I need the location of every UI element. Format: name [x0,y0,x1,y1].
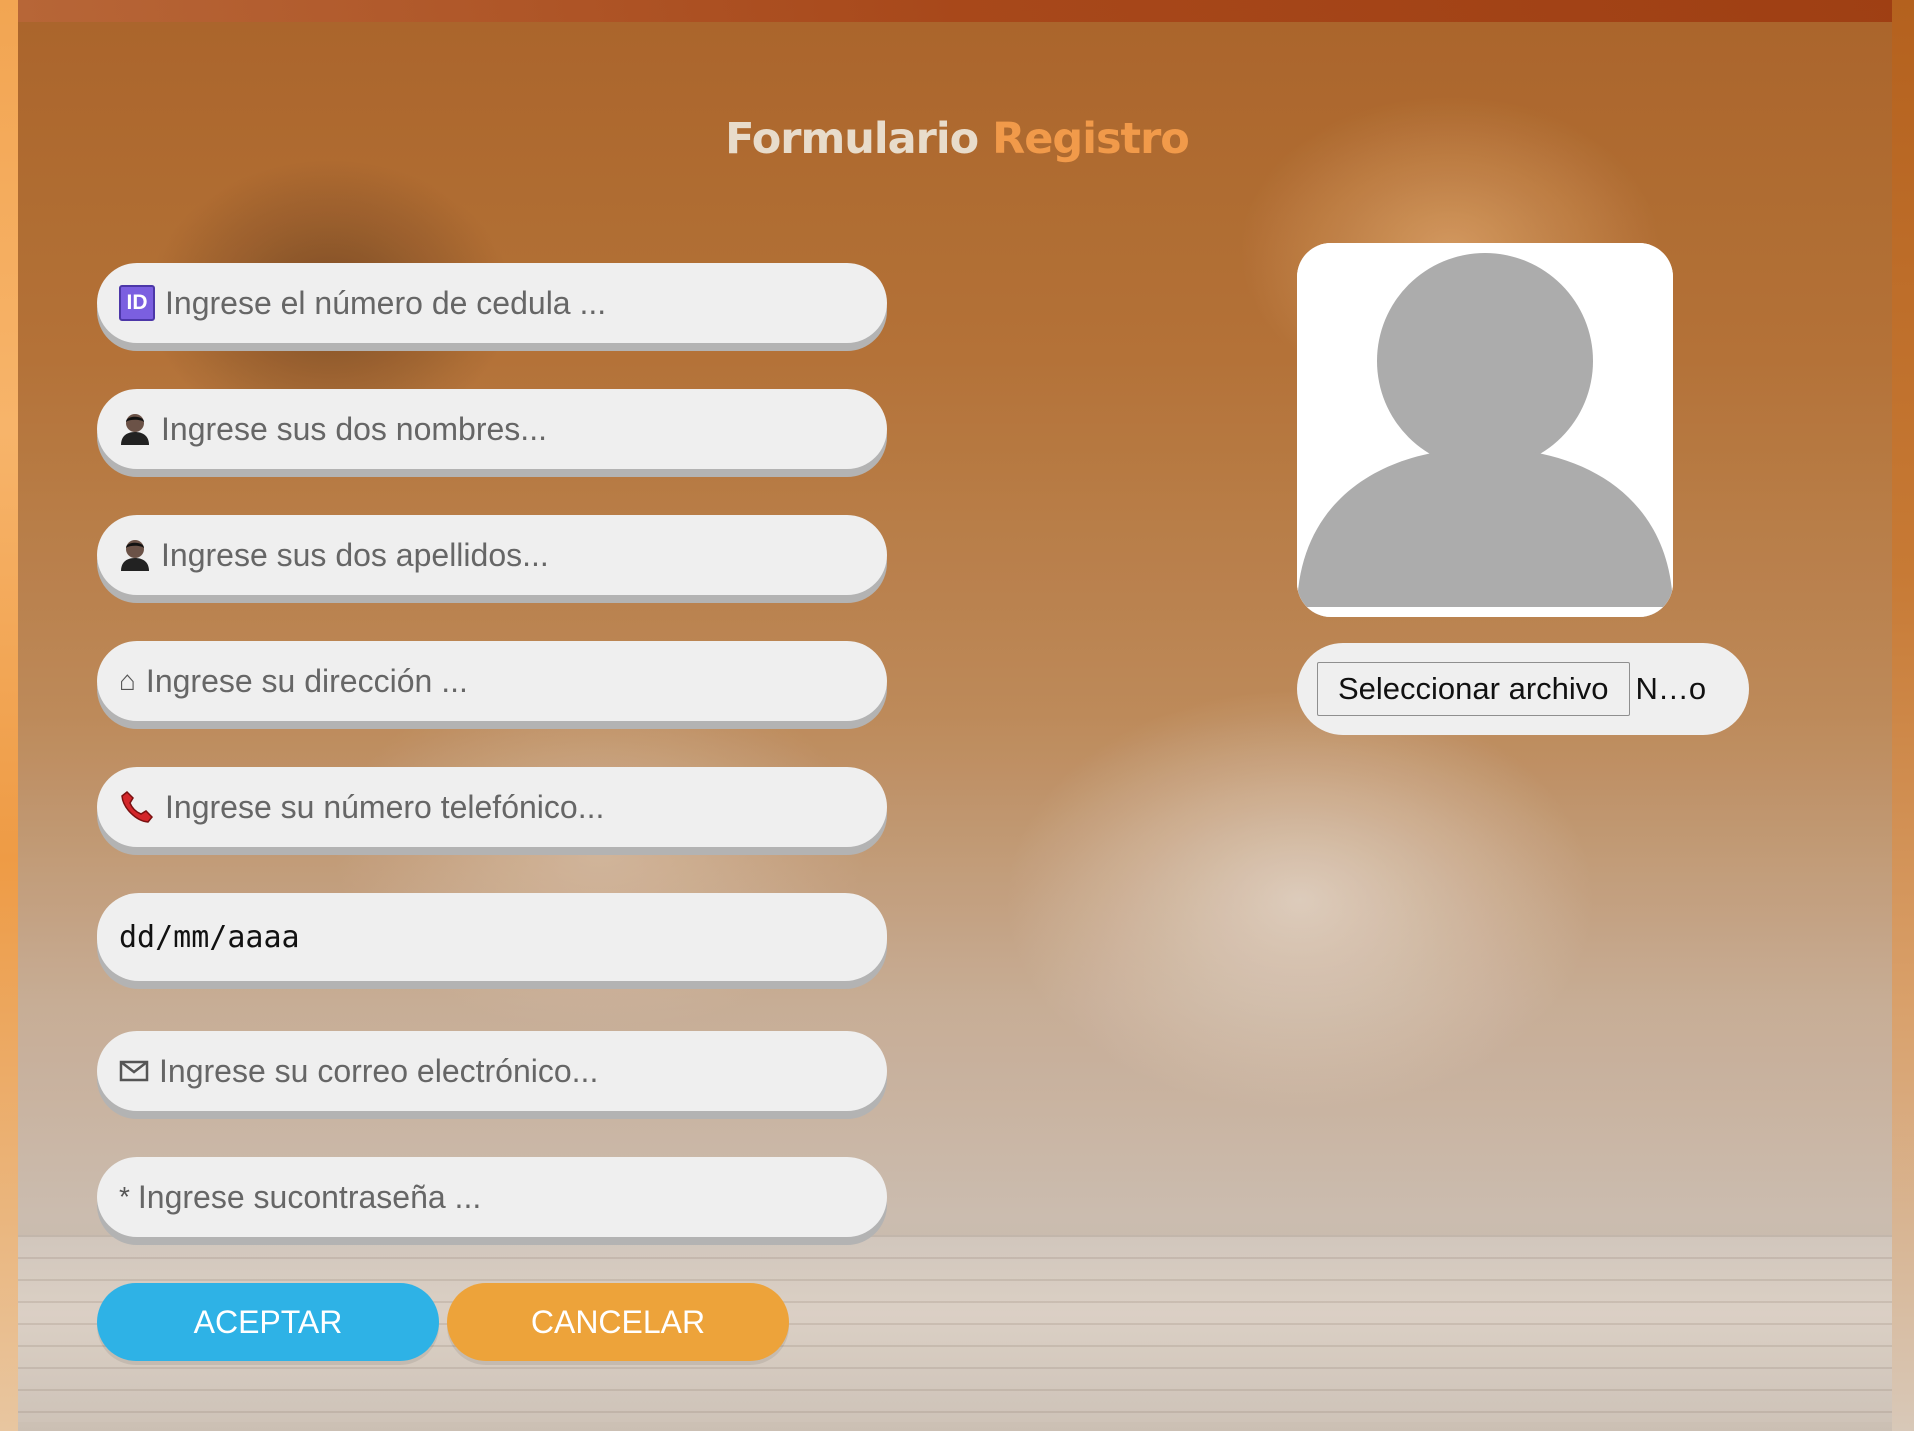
correo-input[interactable]: Ingrese su correo electrónico... [97,1031,887,1111]
file-status-text: N…o [1635,671,1707,706]
right-background-edge [1892,0,1914,1431]
cedula-input[interactable]: ID Ingrese el número de cedula ... [97,263,887,343]
title-part-formulario: Formulario [725,114,979,164]
cancelar-button[interactable]: CANCELAR [447,1283,789,1361]
nombres-placeholder: Ingrese sus dos nombres... [161,410,547,447]
avatar-silhouette-icon [1297,243,1673,617]
correo-placeholder: Ingrese su correo electrónico... [159,1052,599,1089]
password-placeholder: Ingrese sucontraseña ... [137,1178,482,1215]
top-bar [18,0,1892,22]
avatar-placeholder [1297,243,1673,617]
envelope-icon [119,1059,149,1083]
direccion-placeholder: Ingrese su dirección ... [145,662,468,699]
direccion-input[interactable]: ⌂ Ingrese su dirección ... [97,641,887,721]
person-icon [119,538,151,572]
cedula-placeholder: Ingrese el número de cedula ... [165,284,607,321]
apellidos-placeholder: Ingrese sus dos apellidos... [161,536,549,573]
home-icon: ⌂ [119,665,136,696]
password-input[interactable]: * Ingrese sucontraseña ... [97,1157,887,1237]
nombres-input[interactable]: Ingrese sus dos nombres... [97,389,887,469]
left-background-edge [0,0,18,1431]
id-icon: ID [119,285,155,321]
telefono-placeholder: Ingrese su número telefónico... [165,788,605,825]
fecha-nacimiento-input[interactable]: dd/mm/aaaa [97,893,887,981]
aceptar-button[interactable]: ACEPTAR [97,1283,439,1361]
file-input[interactable]: Seleccionar archivo N…o [1297,643,1749,735]
telefono-input[interactable]: Ingrese su número telefónico... [97,767,887,847]
page-title: Formulario Registro [0,114,1914,164]
title-part-registro: Registro [992,114,1190,164]
date-format-placeholder: dd/mm/aaaa [119,919,300,955]
phone-icon [119,789,155,825]
select-file-button[interactable]: Seleccionar archivo [1317,662,1630,716]
apellidos-input[interactable]: Ingrese sus dos apellidos... [97,515,887,595]
asterisk-icon: * [119,1181,130,1212]
person-icon [119,412,151,446]
